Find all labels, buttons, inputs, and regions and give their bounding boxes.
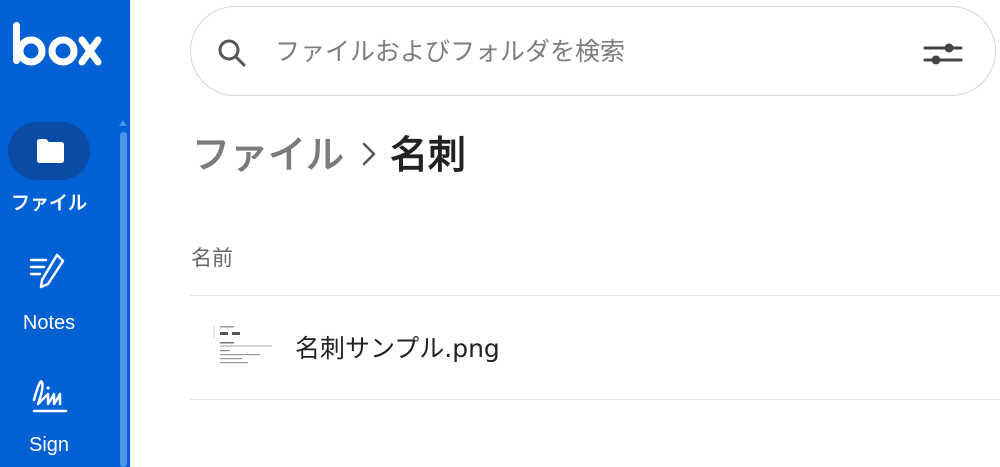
image-thumbnail xyxy=(210,322,274,374)
active-indicator xyxy=(8,122,90,180)
list-item[interactable]: 名刺サンプル.png xyxy=(190,296,1000,399)
sidebar-item-notes[interactable]: Notes xyxy=(0,252,122,334)
box-logo[interactable] xyxy=(10,18,102,72)
column-header-name[interactable]: 名前 xyxy=(191,242,233,272)
sidebar-scrollbar[interactable] xyxy=(120,132,127,467)
sidebar: ファイル Notes Sign xyxy=(0,0,130,467)
search-icon xyxy=(218,39,246,67)
chevron-right-icon xyxy=(362,142,376,166)
breadcrumb-parent[interactable]: ファイル xyxy=(192,124,344,179)
sign-icon xyxy=(32,380,68,413)
breadcrumb: ファイル 名刺 xyxy=(192,124,467,179)
search-bar xyxy=(190,6,996,96)
search-input[interactable] xyxy=(275,27,875,75)
notes-icon xyxy=(29,253,65,289)
folder-icon xyxy=(37,139,64,163)
divider xyxy=(190,399,1000,400)
sidebar-item-label: ファイル xyxy=(10,192,87,214)
breadcrumb-current: 名刺 xyxy=(390,132,467,177)
sidebar-item-label: Sign xyxy=(28,434,70,456)
sidebar-item-sign[interactable]: Sign xyxy=(0,374,122,456)
app-root: ファイル Notes Sign ファイルおよびフォルダを検索 ファイル 名刺 名… xyxy=(0,0,1000,467)
filter-icon[interactable] xyxy=(923,41,963,67)
scroll-up-arrow[interactable] xyxy=(119,120,127,126)
file-name[interactable]: 名刺サンプル.png xyxy=(295,329,500,365)
sidebar-item-label: Notes xyxy=(22,312,76,334)
sidebar-item-files[interactable]: ファイル xyxy=(0,122,122,214)
